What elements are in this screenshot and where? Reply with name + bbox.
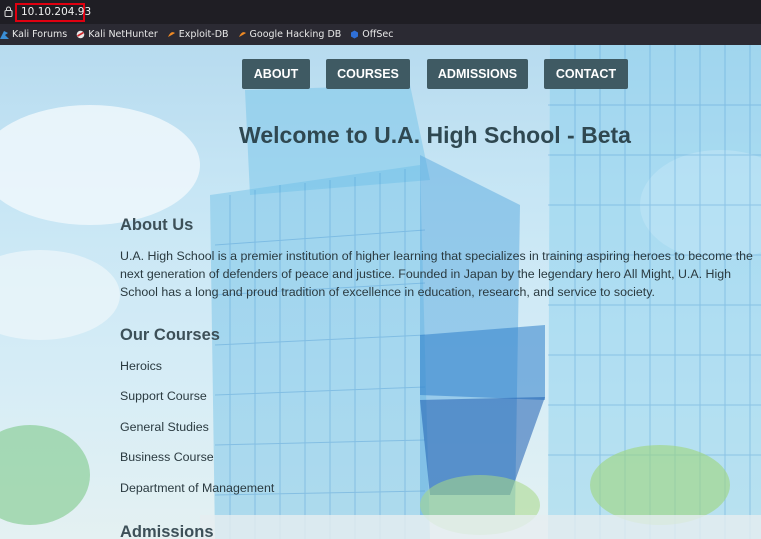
bookmark-label: Exploit-DB: [178, 29, 229, 40]
course-item: Department of Management: [120, 481, 275, 495]
exploit-db-icon: [167, 32, 175, 37]
about-text: U.A. High School is a premier institutio…: [120, 249, 753, 299]
bookmarks-toolbar: Kali Forums Kali NetHunter Exploit-DB Go…: [0, 24, 761, 45]
course-item: Support Course: [120, 389, 207, 403]
nav-courses-button[interactable]: COURSES: [326, 59, 410, 89]
nethunter-icon: [76, 30, 85, 39]
bookmark-kali-forums[interactable]: Kali Forums: [0, 29, 67, 40]
offsec-icon: [351, 30, 359, 39]
bookmark-label: Kali NetHunter: [88, 29, 158, 40]
course-item: Business Course: [120, 450, 214, 464]
lock-icon: [4, 6, 13, 17]
nav-contact-button[interactable]: CONTACT: [544, 59, 628, 89]
nav-about-button[interactable]: ABOUT: [242, 59, 310, 89]
admissions-heading: Admissions: [120, 523, 214, 539]
bookmark-label: OffSec: [362, 29, 394, 40]
bookmark-google-hacking-db[interactable]: Google Hacking DB: [238, 29, 342, 40]
bookmark-label: Kali Forums: [12, 29, 68, 40]
bookmark-exploit-db[interactable]: Exploit-DB: [167, 29, 229, 40]
bookmark-offsec[interactable]: OffSec: [350, 29, 393, 40]
web-page: ABOUT COURSES ADMISSIONS CONTACT Welcome…: [0, 45, 761, 539]
kali-dragon-icon: [0, 31, 9, 39]
courses-heading: Our Courses: [120, 326, 220, 344]
nav-admissions-button[interactable]: ADMISSIONS: [427, 59, 528, 89]
bookmark-label: Google Hacking DB: [249, 29, 342, 40]
bookmark-kali-nethunter[interactable]: Kali NetHunter: [76, 29, 158, 40]
course-item: Heroics: [120, 359, 162, 373]
page-title: Welcome to U.A. High School - Beta: [239, 122, 631, 148]
main-nav: ABOUT COURSES ADMISSIONS CONTACT: [0, 59, 761, 89]
browser-url-bar: 10.10.204.93: [0, 0, 761, 24]
course-item: General Studies: [120, 420, 209, 434]
url-input[interactable]: 10.10.204.93: [15, 3, 91, 22]
ghdb-icon: [238, 32, 246, 37]
about-heading: About Us: [120, 216, 194, 234]
